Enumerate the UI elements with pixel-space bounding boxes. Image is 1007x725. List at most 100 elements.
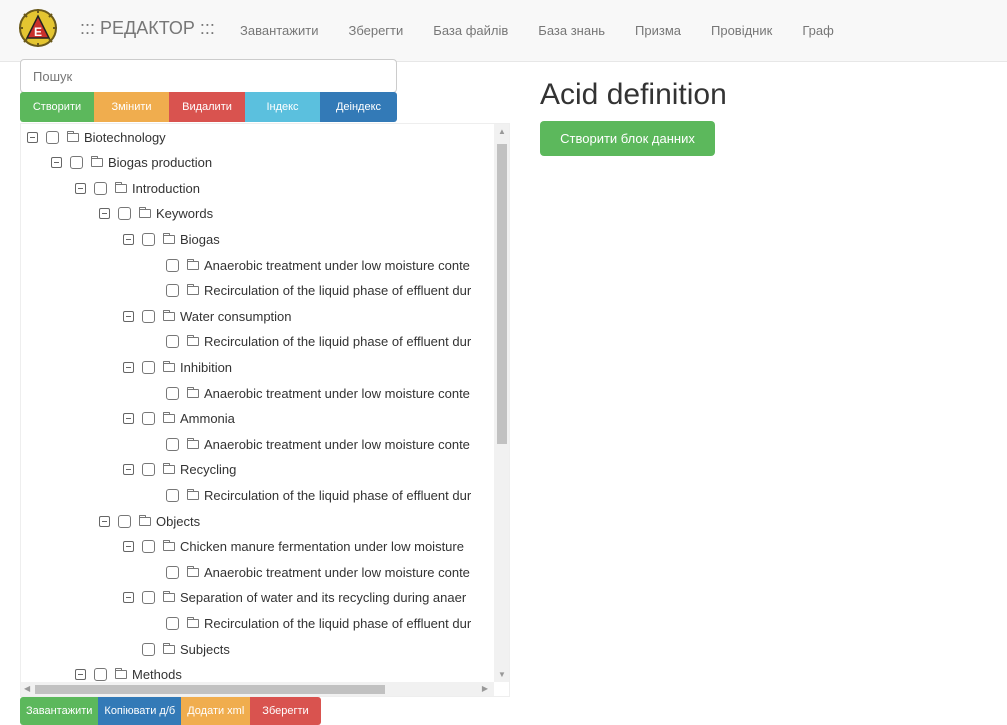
node-checkbox[interactable] — [166, 258, 179, 272]
tree-node[interactable]: Anaerobic treatment under low moisture c… — [166, 252, 470, 278]
node-checkbox[interactable] — [142, 591, 155, 605]
nav-save-link[interactable]: Зберегти — [348, 23, 403, 38]
tree-node-label[interactable]: Biogas production — [108, 155, 212, 170]
node-checkbox[interactable] — [94, 181, 107, 195]
node-checkbox[interactable] — [142, 412, 155, 426]
node-checkbox[interactable] — [142, 232, 155, 246]
tree-node[interactable]: Keywords — [99, 201, 213, 227]
horizontal-scroll-thumb[interactable] — [35, 685, 385, 694]
node-checkbox[interactable] — [166, 437, 179, 451]
tree-node[interactable]: Subjects — [142, 636, 230, 662]
nav-filebase-link[interactable]: База файлів — [433, 23, 508, 38]
tree-node-label[interactable]: Recycling — [180, 462, 236, 477]
tree-node[interactable]: Recirculation of the liquid phase of eff… — [166, 278, 471, 304]
tree-node[interactable]: Separation of water and its recycling du… — [123, 585, 466, 611]
collapse-toggle-icon[interactable] — [123, 592, 134, 604]
tree-node-label[interactable]: Recirculation of the liquid phase of eff… — [204, 283, 471, 298]
tree-node-label[interactable]: Biogas — [180, 232, 220, 247]
nav-load-link[interactable]: Завантажити — [240, 23, 318, 38]
scroll-right-icon[interactable]: ▶ — [482, 684, 488, 693]
node-checkbox[interactable] — [166, 616, 179, 630]
tree-node-label[interactable]: Keywords — [156, 206, 213, 221]
tree-node[interactable]: Recirculation of the liquid phase of eff… — [166, 329, 471, 355]
tree-node-label[interactable]: Anaerobic treatment under low moisture c… — [204, 565, 470, 580]
collapse-toggle-icon[interactable] — [123, 361, 134, 373]
collapse-toggle-icon[interactable] — [123, 310, 134, 322]
collapse-toggle-icon[interactable] — [123, 541, 134, 553]
node-checkbox[interactable] — [118, 207, 131, 221]
node-checkbox[interactable] — [46, 130, 59, 144]
collapse-toggle-icon[interactable] — [75, 669, 86, 681]
editor-logo-icon[interactable]: E — [18, 8, 58, 48]
horizontal-scrollbar[interactable]: ◀ ▶ — [21, 682, 494, 696]
collapse-toggle-icon[interactable] — [27, 131, 38, 143]
tree-node[interactable]: Methods — [75, 662, 182, 684]
save-button[interactable]: Зберегти — [250, 697, 321, 725]
tree-node-label[interactable]: Methods — [132, 667, 182, 682]
edit-button[interactable]: Змінити — [94, 92, 169, 122]
tree-node[interactable]: Recirculation of the liquid phase of eff… — [166, 482, 471, 508]
node-checkbox[interactable] — [166, 565, 179, 579]
tree-node-label[interactable]: Recirculation of the liquid phase of eff… — [204, 488, 471, 503]
tree-node[interactable]: Anaerobic treatment under low moisture c… — [166, 559, 470, 585]
search-input[interactable] — [20, 59, 397, 93]
tree-node-label[interactable]: Biotechnology — [84, 130, 166, 145]
node-checkbox[interactable] — [142, 540, 155, 554]
node-checkbox[interactable] — [118, 514, 131, 528]
tree-node-label[interactable]: Objects — [156, 514, 200, 529]
tree-node-label[interactable]: Subjects — [180, 642, 230, 657]
node-checkbox[interactable] — [142, 463, 155, 477]
tree-node[interactable]: Biotechnology — [27, 124, 166, 150]
nav-graph-link[interactable]: Граф — [802, 23, 833, 38]
node-checkbox[interactable] — [142, 642, 155, 656]
scroll-up-icon[interactable]: ▲ — [498, 127, 506, 136]
tree-node-label[interactable]: Water consumption — [180, 309, 292, 324]
create-data-block-button[interactable]: Створити блок данних — [540, 121, 715, 156]
vertical-scrollbar[interactable]: ▲ ▼ — [494, 124, 509, 682]
tree-node[interactable]: Anaerobic treatment under low moisture c… — [166, 380, 470, 406]
tree-node[interactable]: Anaerobic treatment under low moisture c… — [166, 431, 470, 457]
node-checkbox[interactable] — [166, 488, 179, 502]
tree-node-label[interactable]: Anaerobic treatment under low moisture c… — [204, 258, 470, 273]
tree-node[interactable]: Introduction — [75, 175, 200, 201]
tree-node[interactable]: Water consumption — [123, 303, 292, 329]
collapse-toggle-icon[interactable] — [99, 515, 110, 527]
tree-node[interactable]: Objects — [99, 508, 200, 534]
brand-title[interactable]: ::: РЕДАКТОР ::: — [80, 18, 215, 39]
scroll-left-icon[interactable]: ◀ — [24, 684, 30, 693]
node-checkbox[interactable] — [94, 668, 107, 682]
tree-node-label[interactable]: Recirculation of the liquid phase of eff… — [204, 334, 471, 349]
tree-node-label[interactable]: Chicken manure fermentation under low mo… — [180, 539, 464, 554]
tree-node[interactable]: Biogas — [123, 226, 220, 252]
tree-node-label[interactable]: Anaerobic treatment under low moisture c… — [204, 437, 470, 452]
nav-explorer-link[interactable]: Провідник — [711, 23, 772, 38]
tree-node-label[interactable]: Anaerobic treatment under low moisture c… — [204, 386, 470, 401]
tree-node-label[interactable]: Inhibition — [180, 360, 232, 375]
vertical-scroll-thumb[interactable] — [497, 144, 507, 444]
nav-knowledgebase-link[interactable]: База знань — [538, 23, 605, 38]
tree-node[interactable]: Chicken manure fermentation under low mo… — [123, 534, 464, 560]
node-checkbox[interactable] — [166, 335, 179, 349]
node-checkbox[interactable] — [142, 309, 155, 323]
node-checkbox[interactable] — [142, 360, 155, 374]
copy-db-button[interactable]: Копіювати д/б — [98, 697, 182, 725]
tree-node-label[interactable]: Separation of water and its recycling du… — [180, 590, 466, 605]
create-button[interactable]: Створити — [20, 92, 94, 122]
tree-node-label[interactable]: Introduction — [132, 181, 200, 196]
collapse-toggle-icon[interactable] — [123, 233, 134, 245]
tree-node[interactable]: Recirculation of the liquid phase of eff… — [166, 610, 471, 636]
tree-node[interactable]: Ammonia — [123, 406, 235, 432]
tree-node[interactable]: Inhibition — [123, 354, 232, 380]
delete-button[interactable]: Видалити — [169, 92, 245, 122]
tree-node[interactable]: Recycling — [123, 457, 236, 483]
add-xml-button[interactable]: Додати xml — [181, 697, 251, 725]
scroll-down-icon[interactable]: ▼ — [498, 670, 506, 679]
collapse-toggle-icon[interactable] — [51, 157, 62, 169]
tree-node-label[interactable]: Ammonia — [180, 411, 235, 426]
node-checkbox[interactable] — [166, 386, 179, 400]
index-button[interactable]: Індекс — [245, 92, 320, 122]
load-button[interactable]: Завантажити — [20, 697, 99, 725]
tree-node[interactable]: Biogas production — [51, 150, 212, 176]
tree-node-label[interactable]: Recirculation of the liquid phase of eff… — [204, 616, 471, 631]
nav-prism-link[interactable]: Призма — [635, 23, 681, 38]
